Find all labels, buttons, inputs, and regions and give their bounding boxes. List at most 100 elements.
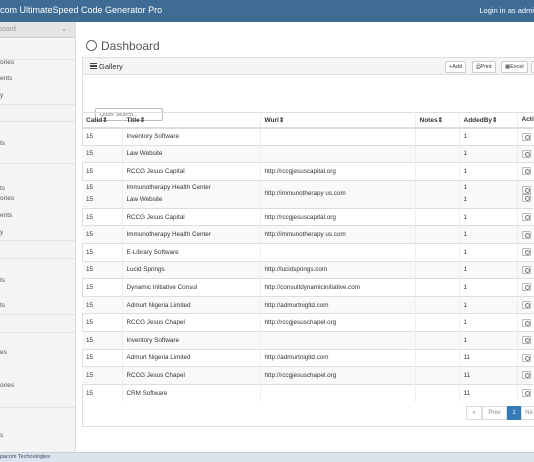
sidebar: board ⌄ ories ents y ts ts ories ents y … — [0, 22, 76, 452]
cell-addedby: 1 — [459, 330, 518, 350]
cell-notes — [415, 207, 460, 226]
cell-catid: 15 — [82, 127, 123, 146]
sidebar-item[interactable]: s — [0, 432, 75, 439]
sidebar-item[interactable]: ts — [0, 140, 75, 147]
add-button-label: Add — [452, 64, 463, 70]
sidebar-item[interactable]: ories — [0, 59, 75, 66]
view-icon[interactable] — [521, 149, 531, 158]
table-row: 15 Admurt Nigeria Limited http://admurtnig… — [82, 295, 534, 314]
cell-notes — [415, 313, 460, 332]
sidebar-divider — [0, 258, 75, 259]
table-row: 15 Admurt Nigeria Limited http://admurtnig… — [82, 348, 534, 367]
cell-catid: 15 15 — [82, 179, 123, 209]
cell-action — [517, 207, 534, 226]
view-icon[interactable] — [521, 353, 531, 362]
view-icon[interactable] — [521, 389, 531, 398]
cell-wurl: http://rccgjesuscapital.org — [260, 207, 416, 226]
cell-title: RCCG Jesus Chapel — [122, 366, 261, 385]
cell-title: CRM Software — [122, 383, 261, 402]
pagination-page-1[interactable]: 1 — [507, 406, 521, 420]
cell-title: Inventory Software — [122, 127, 261, 146]
cell-catid: 15 — [82, 242, 123, 262]
view-icon[interactable] — [521, 248, 531, 257]
pagination-first[interactable]: « — [466, 406, 482, 420]
sort-icon: ⇕ — [437, 116, 444, 124]
cell-catid: 15 — [82, 313, 123, 332]
sidebar-item[interactable]: ents — [0, 75, 75, 82]
view-icon[interactable] — [521, 371, 531, 380]
sidebar-item[interactable]: ents — [0, 212, 75, 219]
cell-addedby: 1 — [459, 295, 518, 314]
print-button[interactable]: ⎙Print — [472, 61, 496, 73]
sidebar-dashboard-item[interactable]: board ⌄ — [0, 22, 75, 38]
cell-action — [517, 330, 534, 350]
view-icon[interactable] — [521, 186, 531, 195]
sidebar-item[interactable]: ts — [0, 302, 75, 309]
cell-notes — [415, 330, 460, 350]
login-status-link[interactable]: Login in as admi — [479, 6, 534, 15]
col-header-catid[interactable]: Catid⇕ — [82, 112, 123, 129]
table-row: 15 Immunotherapy Health Center http://immu… — [82, 225, 534, 244]
cell-catid: 15 — [82, 348, 123, 367]
col-header-addedby[interactable]: AddedBy⇕ — [459, 112, 518, 129]
sidebar-item[interactable]: ories — [0, 382, 75, 389]
sort-icon: ⇕ — [102, 116, 108, 124]
col-header-title[interactable]: Title⇕ — [122, 112, 261, 129]
cell-addedby: 11 — [459, 348, 518, 367]
view-icon[interactable] — [521, 213, 531, 222]
cell-catid: 15 — [82, 162, 123, 181]
sidebar-item[interactable]: ories — [0, 195, 75, 202]
sort-icon: ⇕ — [139, 116, 146, 124]
sidebar-item[interactable]: ts — [0, 277, 75, 284]
cell-addedby: 1 — [459, 278, 518, 297]
cell-title: Inventory Software — [122, 330, 261, 350]
view-icon[interactable] — [521, 301, 531, 310]
cell-title: Admurt Nigeria Limited — [122, 295, 261, 314]
table-row: 15 RCCG Jesus Chapel http://rccgjesuschape… — [82, 366, 534, 385]
view-icon[interactable] — [521, 283, 531, 292]
main-content: Dashboard Gallery +Add ⎙Print ▦Excel Cat… — [76, 22, 534, 452]
add-button[interactable]: +Add — [445, 61, 467, 73]
sidebar-divider — [0, 332, 75, 333]
cell-action — [517, 383, 534, 402]
cell-notes — [415, 260, 460, 279]
gallery-table: Catid⇕ Title⇕ Wurl⇕ Notes⇕ AddedBy⇕ Acti… — [82, 112, 534, 402]
view-icon[interactable] — [521, 132, 531, 141]
cell-action — [517, 127, 534, 146]
sidebar-divider — [0, 240, 75, 241]
chevron-down-icon[interactable]: ⌄ — [61, 25, 67, 33]
cell-addedby: 1 — [459, 242, 518, 262]
cell-catid: 15 — [82, 207, 123, 226]
col-header-notes[interactable]: Notes⇕ — [415, 112, 460, 129]
pagination-prev[interactable]: Prev — [482, 406, 507, 420]
view-icon[interactable] — [521, 167, 531, 176]
col-header-wurl[interactable]: Wurl⇕ — [260, 112, 416, 129]
sidebar-dashboard-label: board — [0, 26, 16, 33]
cell-notes — [415, 162, 460, 181]
excel-button[interactable]: ▦Excel — [501, 61, 528, 73]
table-row: 15 RCCG Jesus Chapel http://rccgjesuschape… — [82, 313, 534, 332]
sidebar-item[interactable]: y — [0, 92, 75, 99]
cell-wurl — [260, 242, 416, 262]
cell-wurl: http://immunotherapy us.com — [260, 225, 416, 244]
table-row: 15 Law Website 1 — [82, 144, 534, 163]
sidebar-item[interactable]: es — [0, 349, 75, 356]
pagination-next[interactable]: Ne — [521, 406, 534, 420]
footer: pacom Technologies — [0, 452, 534, 462]
cell-addedby: 1 — [459, 313, 518, 332]
cell-action — [517, 179, 534, 209]
sidebar-item[interactable]: ts — [0, 185, 75, 192]
cell-action — [517, 260, 534, 279]
cell-notes — [415, 179, 460, 209]
view-icon[interactable] — [521, 265, 531, 274]
view-icon[interactable] — [521, 336, 531, 345]
view-icon[interactable] — [521, 194, 531, 203]
sidebar-divider — [0, 163, 75, 164]
sidebar-item[interactable]: y — [0, 229, 75, 236]
cell-notes — [415, 348, 460, 367]
view-icon[interactable] — [521, 230, 531, 239]
page-title: Dashboard — [86, 39, 160, 53]
cell-catid: 15 — [82, 383, 123, 402]
cell-notes — [415, 127, 460, 146]
view-icon[interactable] — [521, 318, 531, 327]
